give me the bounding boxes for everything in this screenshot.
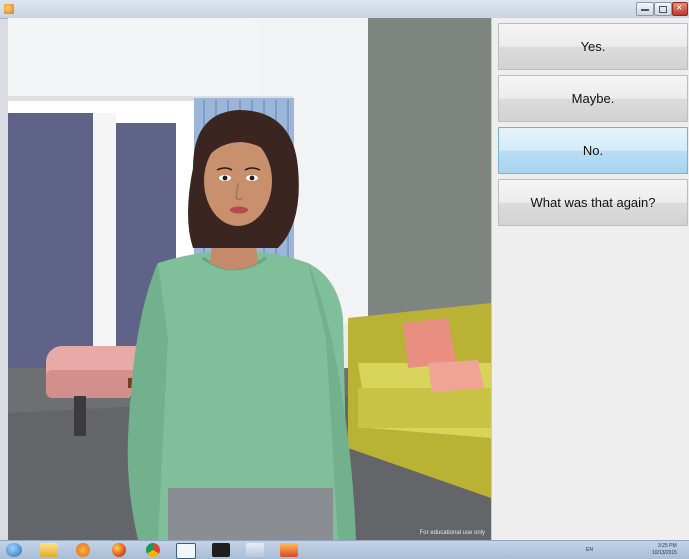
tray-date[interactable]: 10/13/2015 [652, 550, 677, 556]
character-lips [230, 206, 248, 214]
app-icon[interactable] [280, 543, 298, 557]
virtual-human-scene: For educational use only [8, 18, 491, 540]
start-orb-icon[interactable] [6, 543, 22, 557]
chrome-icon[interactable] [146, 543, 160, 557]
close-button[interactable] [672, 2, 688, 16]
educational-use-note: For educational use only [419, 530, 485, 536]
app-icon[interactable] [176, 543, 196, 559]
folder-icon[interactable] [40, 543, 58, 557]
cushion [403, 318, 456, 368]
scene-illustration [8, 18, 491, 540]
character-skirt [168, 488, 333, 540]
response-button-yes[interactable]: Yes. [498, 23, 688, 70]
maximize-button[interactable] [654, 2, 672, 16]
taskbar: EN 3:25 PM 10/13/2015 [0, 540, 689, 559]
response-button-repeat[interactable]: What was that again? [498, 179, 688, 226]
tray-time[interactable]: 3:25 PM [658, 543, 677, 549]
app-icon [4, 4, 14, 14]
minimize-button[interactable] [636, 2, 654, 16]
response-button-maybe[interactable]: Maybe. [498, 75, 688, 122]
window-title-bar [0, 0, 689, 19]
side-wall [368, 18, 491, 318]
app-icon[interactable] [246, 543, 264, 557]
firefox-icon[interactable] [112, 543, 126, 557]
media-player-icon[interactable] [76, 543, 90, 557]
response-button-no[interactable]: No. [498, 127, 688, 174]
window-left [8, 113, 93, 373]
tray-language[interactable]: EN [586, 547, 593, 553]
response-panel: Yes. Maybe. No. What was that again? [491, 18, 689, 540]
terminal-icon[interactable] [212, 543, 230, 557]
